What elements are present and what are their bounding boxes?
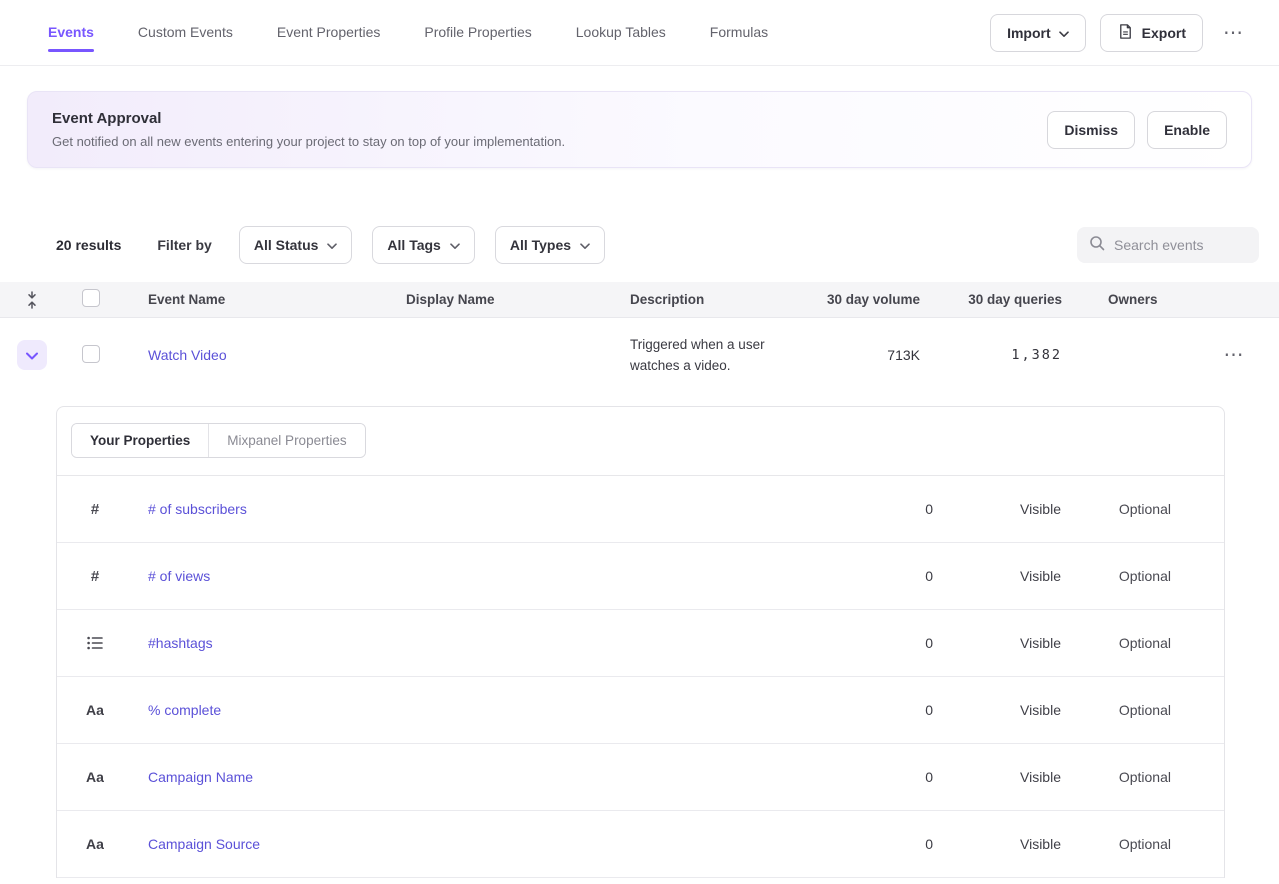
text-type-icon: Aa — [85, 769, 105, 785]
tags-filter-dropdown[interactable]: All Tags — [372, 226, 474, 264]
property-row: Aa Campaign Source 0 Visible Optional — [57, 811, 1224, 878]
tab-formulas[interactable]: Formulas — [710, 16, 768, 50]
property-visibility: Visible — [933, 836, 1061, 852]
property-requirement: Optional — [1061, 769, 1171, 785]
banner-description: Get notified on all new events entering … — [52, 134, 565, 149]
property-row: # # of subscribers 0 Visible Optional — [57, 476, 1224, 543]
export-csv-icon — [1117, 23, 1134, 43]
types-filter-dropdown[interactable]: All Types — [495, 226, 605, 264]
search-events-input[interactable] — [1114, 237, 1247, 253]
banner-text: Event Approval Get notified on all new e… — [52, 110, 565, 149]
queries-cell: 1,382 — [920, 347, 1062, 363]
banner-title: Event Approval — [52, 110, 565, 127]
property-value: 0 — [833, 702, 933, 718]
export-button[interactable]: Export — [1100, 14, 1203, 52]
row-more-button[interactable]: ⋯ — [1218, 341, 1252, 369]
chevron-down-icon — [580, 237, 590, 253]
property-requirement: Optional — [1061, 568, 1171, 584]
types-filter-label: All Types — [510, 237, 571, 253]
top-navigation: Events Custom Events Event Properties Pr… — [0, 0, 1279, 66]
banner-actions: Dismiss Enable — [1047, 111, 1227, 149]
chevron-down-icon — [26, 348, 38, 363]
text-type-icon: Aa — [85, 836, 105, 852]
header-display-name: Display Name — [406, 292, 630, 307]
tab-your-properties[interactable]: Your Properties — [72, 424, 208, 457]
property-requirement: Optional — [1061, 501, 1171, 517]
chevron-down-icon — [1059, 25, 1069, 41]
import-button-label: Import — [1007, 25, 1051, 41]
results-count: 20 results — [56, 237, 121, 253]
event-name-link[interactable]: Watch Video — [148, 347, 227, 363]
header-queries: 30 day queries — [920, 292, 1062, 307]
number-type-icon: # — [85, 501, 105, 518]
tab-custom-events[interactable]: Custom Events — [138, 16, 233, 50]
properties-tabs: Your Properties Mixpanel Properties — [71, 423, 366, 458]
export-button-label: Export — [1142, 25, 1186, 41]
property-requirement: Optional — [1061, 836, 1171, 852]
event-row: Watch Video Triggered when a user watche… — [0, 318, 1279, 392]
search-icon — [1089, 235, 1105, 256]
property-row: Aa Campaign Name 0 Visible Optional — [57, 744, 1224, 811]
property-visibility: Visible — [933, 635, 1061, 651]
property-name-link[interactable]: % complete — [148, 702, 221, 718]
filter-dropdowns: All Status All Tags All Types — [239, 226, 605, 264]
tab-events[interactable]: Events — [48, 16, 94, 50]
property-name-link[interactable]: #hashtags — [148, 635, 213, 651]
property-row: Aa % complete 0 Visible Optional — [57, 677, 1224, 744]
property-requirement: Optional — [1061, 635, 1171, 651]
property-name-link[interactable]: Campaign Name — [148, 769, 253, 785]
property-value: 0 — [833, 769, 933, 785]
volume-cell: 713K — [810, 347, 920, 363]
chevron-down-icon — [450, 237, 460, 253]
header-volume: 30 day volume — [810, 292, 920, 307]
property-value: 0 — [833, 568, 933, 584]
property-name-link[interactable]: # of subscribers — [148, 501, 247, 517]
header-description: Description — [630, 292, 810, 307]
property-visibility: Visible — [933, 769, 1061, 785]
tab-lookup-tables[interactable]: Lookup Tables — [576, 16, 666, 50]
select-all-checkbox[interactable] — [82, 289, 100, 307]
description-cell: Triggered when a user watches a video. — [630, 334, 810, 376]
property-name-link[interactable]: # of views — [148, 568, 210, 584]
tab-profile-properties[interactable]: Profile Properties — [424, 16, 531, 50]
property-name-link[interactable]: Campaign Source — [148, 836, 260, 852]
property-requirement: Optional — [1061, 702, 1171, 718]
nav-actions: Import Export ⋯ — [990, 14, 1251, 52]
header-event-name: Event Name — [130, 292, 406, 307]
tab-mixpanel-properties[interactable]: Mixpanel Properties — [208, 424, 364, 457]
row-checkbox[interactable] — [82, 345, 100, 363]
number-type-icon: # — [85, 568, 105, 585]
property-row: #hashtags 0 Visible Optional — [57, 610, 1224, 677]
properties-panel: Your Properties Mixpanel Properties # # … — [56, 406, 1225, 878]
property-row: # # of views 0 Visible Optional — [57, 543, 1224, 610]
properties-tabstrip: Your Properties Mixpanel Properties — [57, 407, 1224, 476]
nav-more-button[interactable]: ⋯ — [1217, 19, 1251, 47]
text-type-icon: Aa — [85, 702, 105, 718]
property-value: 0 — [833, 836, 933, 852]
enable-button[interactable]: Enable — [1147, 111, 1227, 149]
property-visibility: Visible — [933, 702, 1061, 718]
import-button[interactable]: Import — [990, 14, 1086, 52]
search-events-box — [1077, 227, 1259, 263]
filter-by-label: Filter by — [157, 237, 211, 253]
event-approval-banner: Event Approval Get notified on all new e… — [27, 91, 1252, 168]
dismiss-button[interactable]: Dismiss — [1047, 111, 1135, 149]
property-value: 0 — [833, 635, 933, 651]
nav-tabs: Events Custom Events Event Properties Pr… — [48, 16, 768, 50]
collapse-all-icon[interactable] — [0, 291, 64, 309]
property-value: 0 — [833, 501, 933, 517]
filter-row: 20 results Filter by All Status All Tags… — [0, 225, 1279, 265]
property-visibility: Visible — [933, 501, 1061, 517]
collapse-row-button[interactable] — [17, 340, 47, 370]
status-filter-dropdown[interactable]: All Status — [239, 226, 353, 264]
tags-filter-label: All Tags — [387, 237, 440, 253]
property-visibility: Visible — [933, 568, 1061, 584]
header-owners: Owners — [1062, 292, 1190, 307]
list-type-icon — [85, 636, 105, 650]
events-table-header: Event Name Display Name Description 30 d… — [0, 282, 1279, 318]
status-filter-label: All Status — [254, 237, 319, 253]
tab-event-properties[interactable]: Event Properties — [277, 16, 381, 50]
chevron-down-icon — [327, 237, 337, 253]
